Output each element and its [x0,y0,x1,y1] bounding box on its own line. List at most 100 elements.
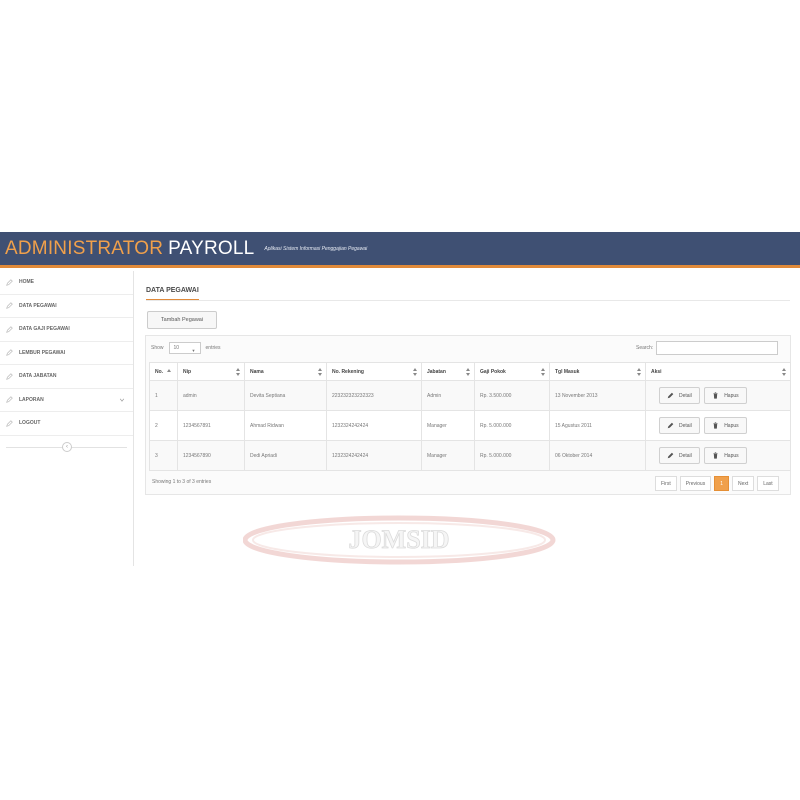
column-header-no[interactable]: No. [149,362,178,381]
table-row: 2 1234567891 Ahmad Ridwan 1232324242424 … [149,410,791,441]
column-header-nama[interactable]: Nama [244,362,327,381]
sidebar-item-data-jabatan[interactable]: DATA JABATAN [0,365,133,389]
page-title: DATA PEGAWAI [146,287,199,301]
cell-nama: Dedi Apriadi [244,440,327,471]
table-row: 3 1234567890 Dedi Apriadi 1232324242424 … [149,440,791,471]
search-input[interactable] [656,341,779,355]
sidebar-item-data-gaji-pegawai[interactable]: DATA GAJI PEGAWAI [0,318,133,342]
sort-icon [413,368,417,376]
brand-part-administrator: ADMINISTRATOR [5,237,164,259]
search-control: Search: [636,341,779,355]
watermark-logo: JOMSID [243,515,556,565]
cell-jabatan: Admin [421,380,475,411]
page-last-button[interactable]: Last [757,476,779,491]
search-label: Search: [636,345,654,351]
sidebar-item-lembur-pegawai[interactable]: LEMBUR PEGAWAI [0,342,133,365]
pencil-icon [667,422,674,429]
length-control: Show 10 ▼ entries [151,342,221,354]
cell-rekening: 223232323232323 [326,380,422,411]
column-header-aksi[interactable]: Aksi [645,362,791,381]
sidebar-collapse-row: ‹ [0,436,133,456]
cell-jabatan: Manager [421,440,475,471]
trash-icon [713,452,718,459]
cell-gaji: Rp. 3.500.000 [474,380,550,411]
table-info: Showing 1 to 3 of 3 entries [152,479,212,485]
sidebar-item-label: LOGOUT [19,420,41,427]
column-header-jabatan[interactable]: Jabatan [421,362,475,381]
sidebar-item-laporan[interactable]: LAPORAN [0,389,133,412]
watermark-text: JOMSID [348,525,449,554]
sort-icon [541,368,545,376]
cell-aksi: Detail Hapus [645,440,791,471]
cell-rekening: 1232324242424 [326,440,422,471]
sidebar-item-logout[interactable]: LOGOUT [0,412,133,436]
pegawai-table: No. Nip Nama No. Rekening Jabatan Gaji P… [149,362,791,471]
cell-no: 1 [149,380,178,411]
column-header-rekening[interactable]: No. Rekening [326,362,422,381]
page-current-button[interactable]: 1 [714,476,729,491]
trash-icon [713,422,718,429]
page-previous-button[interactable]: Previous [679,476,712,491]
app-header: ADMINISTRATOR PAYROLL Aplikasi Sistem Inf… [0,232,800,268]
cell-gaji: Rp. 5.000.000 [474,410,550,441]
cell-nama: Ahmad Ridwan [244,410,327,441]
cell-rekening: 1232324242424 [326,410,422,441]
cell-gaji: Rp. 5.000.000 [474,440,550,471]
sidebar-item-label: DATA JABATAN [19,373,57,380]
pagination: First Previous 1 Next Last [655,476,782,491]
page-next-button[interactable]: Next [731,476,755,491]
column-header-nip[interactable]: Nip [177,362,245,381]
sidebar-item-label: LEMBUR PEGAWAI [19,349,66,356]
sidebar-item-home[interactable]: HOME [0,271,133,295]
sidebar-item-label: DATA GAJI PEGAWAI [19,326,70,333]
hapus-button[interactable]: Hapus [704,417,747,434]
sidebar-item-data-pegawai[interactable]: DATA PEGAWAI [0,295,133,318]
cell-tgl: 13 November 2013 [549,380,646,411]
pencil-icon [6,349,13,357]
cell-tgl: 06 Oktober 2014 [549,440,646,471]
sidebar-item-label: HOME [19,279,34,286]
cell-nama: Devita Septiana [244,380,327,411]
sort-asc-icon [167,369,171,372]
pencil-icon [667,452,674,459]
pencil-icon [6,278,13,286]
page-first-button[interactable]: First [655,476,677,491]
brand-part-payroll: PAYROLL [168,237,255,259]
sort-icon [318,368,322,376]
column-header-gaji[interactable]: Gaji Pokok [474,362,550,381]
sort-icon [466,368,470,376]
pencil-icon [6,419,13,427]
brand-logo[interactable]: ADMINISTRATOR PAYROLL [5,238,254,260]
detail-button[interactable]: Detail [659,417,700,434]
detail-button[interactable]: Detail [659,387,700,404]
pencil-icon [6,396,13,404]
show-label: Show [151,345,164,351]
pencil-icon [6,302,13,310]
entries-select[interactable]: 10 ▼ [168,342,201,354]
pencil-icon [6,372,13,380]
cell-jabatan: Manager [421,410,475,441]
hapus-button[interactable]: Hapus [704,447,747,464]
column-header-tgl-masuk[interactable]: Tgl Masuk [549,362,646,381]
sort-icon [637,368,641,376]
trash-icon [713,392,718,399]
cell-aksi: Detail Hapus [645,380,791,411]
sidebar-item-label: LAPORAN [19,396,44,403]
detail-button[interactable]: Detail [659,447,700,464]
hapus-button[interactable]: Hapus [704,387,747,404]
cell-no: 3 [149,440,178,471]
table-row: 1 admin Devita Septiana 223232323232323 … [149,380,791,411]
entries-label: entries [205,345,221,351]
cell-aksi: Detail Hapus [645,410,791,441]
sort-icon [236,368,240,376]
chevron-down-icon[interactable] [119,397,125,403]
pencil-icon [667,392,674,399]
pencil-icon [6,325,13,333]
table-header-row: No. Nip Nama No. Rekening Jabatan Gaji P… [149,362,791,381]
add-pegawai-button[interactable]: Tambah Pegawai [147,311,217,329]
sidebar: HOME DATA PEGAWAI DATA GAJI PEGAWAI LEMB… [0,271,134,566]
cell-nip: 1234567890 [177,440,245,471]
collapse-toggle-icon[interactable]: ‹ [62,441,72,452]
select-arrow-icon: ▼ [191,348,196,353]
title-divider [146,300,790,301]
